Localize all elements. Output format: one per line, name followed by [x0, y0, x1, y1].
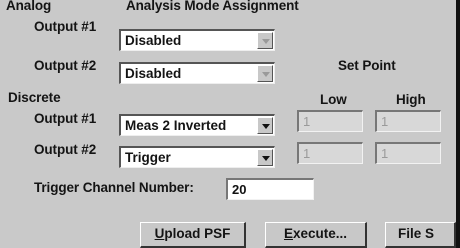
discrete-output-2-high-value: 1: [381, 146, 389, 161]
analysis-mode-panel: Analog Analysis Mode Assignment Output #…: [0, 0, 460, 248]
execute-label: xecute...: [292, 226, 348, 241]
set-point-label: Set Point: [338, 58, 396, 73]
dropdown-arrow-icon[interactable]: [257, 32, 273, 49]
execute-button[interactable]: Execute...: [265, 222, 367, 248]
analog-output-1-select[interactable]: Disabled: [119, 29, 275, 51]
set-point-high-label: High: [396, 92, 426, 107]
trigger-channel-value: 20: [232, 182, 247, 197]
discrete-output-2-high-field[interactable]: 1: [375, 142, 441, 164]
execute-mnemonic: E: [283, 226, 293, 241]
dropdown-arrow-icon[interactable]: [257, 149, 273, 166]
discrete-output-2-select[interactable]: Trigger: [119, 146, 275, 168]
analog-output-2-value: Disabled: [125, 66, 182, 81]
file-save-button[interactable]: File S: [385, 222, 456, 248]
upload-psf-mnemonic: U: [154, 226, 165, 241]
discrete-output-2-value: Trigger: [125, 150, 171, 165]
dropdown-arrow-icon[interactable]: [257, 65, 273, 82]
file-save-label: File S: [398, 226, 435, 241]
analog-output-1-value: Disabled: [125, 33, 182, 48]
discrete-output-1-label: Output #1: [34, 111, 97, 126]
discrete-output-1-high-value: 1: [381, 114, 389, 129]
trigger-channel-label: Trigger Channel Number:: [34, 180, 194, 195]
analog-output-2-select[interactable]: Disabled: [119, 62, 275, 84]
discrete-output-1-low-value: 1: [303, 114, 311, 129]
discrete-output-1-high-field[interactable]: 1: [375, 110, 441, 132]
analog-output-1-label: Output #1: [34, 19, 97, 34]
discrete-output-2-label: Output #2: [34, 142, 97, 157]
analog-output-2-label: Output #2: [34, 58, 97, 73]
set-point-low-label: Low: [320, 92, 347, 107]
discrete-section-label: Discrete: [8, 90, 61, 105]
analysis-mode-assignment-label: Analysis Mode Assignment: [126, 0, 299, 13]
upload-psf-label: pload PSF: [164, 226, 231, 241]
discrete-output-2-low-value: 1: [303, 146, 311, 161]
dropdown-arrow-icon[interactable]: [257, 117, 273, 134]
discrete-output-2-low-field[interactable]: 1: [297, 142, 363, 164]
upload-psf-button[interactable]: Upload PSF: [140, 222, 246, 248]
discrete-output-1-select[interactable]: Meas 2 Inverted: [119, 114, 275, 136]
trigger-channel-input[interactable]: 20: [226, 178, 314, 200]
analog-section-label: Analog: [6, 0, 52, 13]
discrete-output-1-value: Meas 2 Inverted: [125, 118, 227, 133]
discrete-output-1-low-field[interactable]: 1: [297, 110, 363, 132]
